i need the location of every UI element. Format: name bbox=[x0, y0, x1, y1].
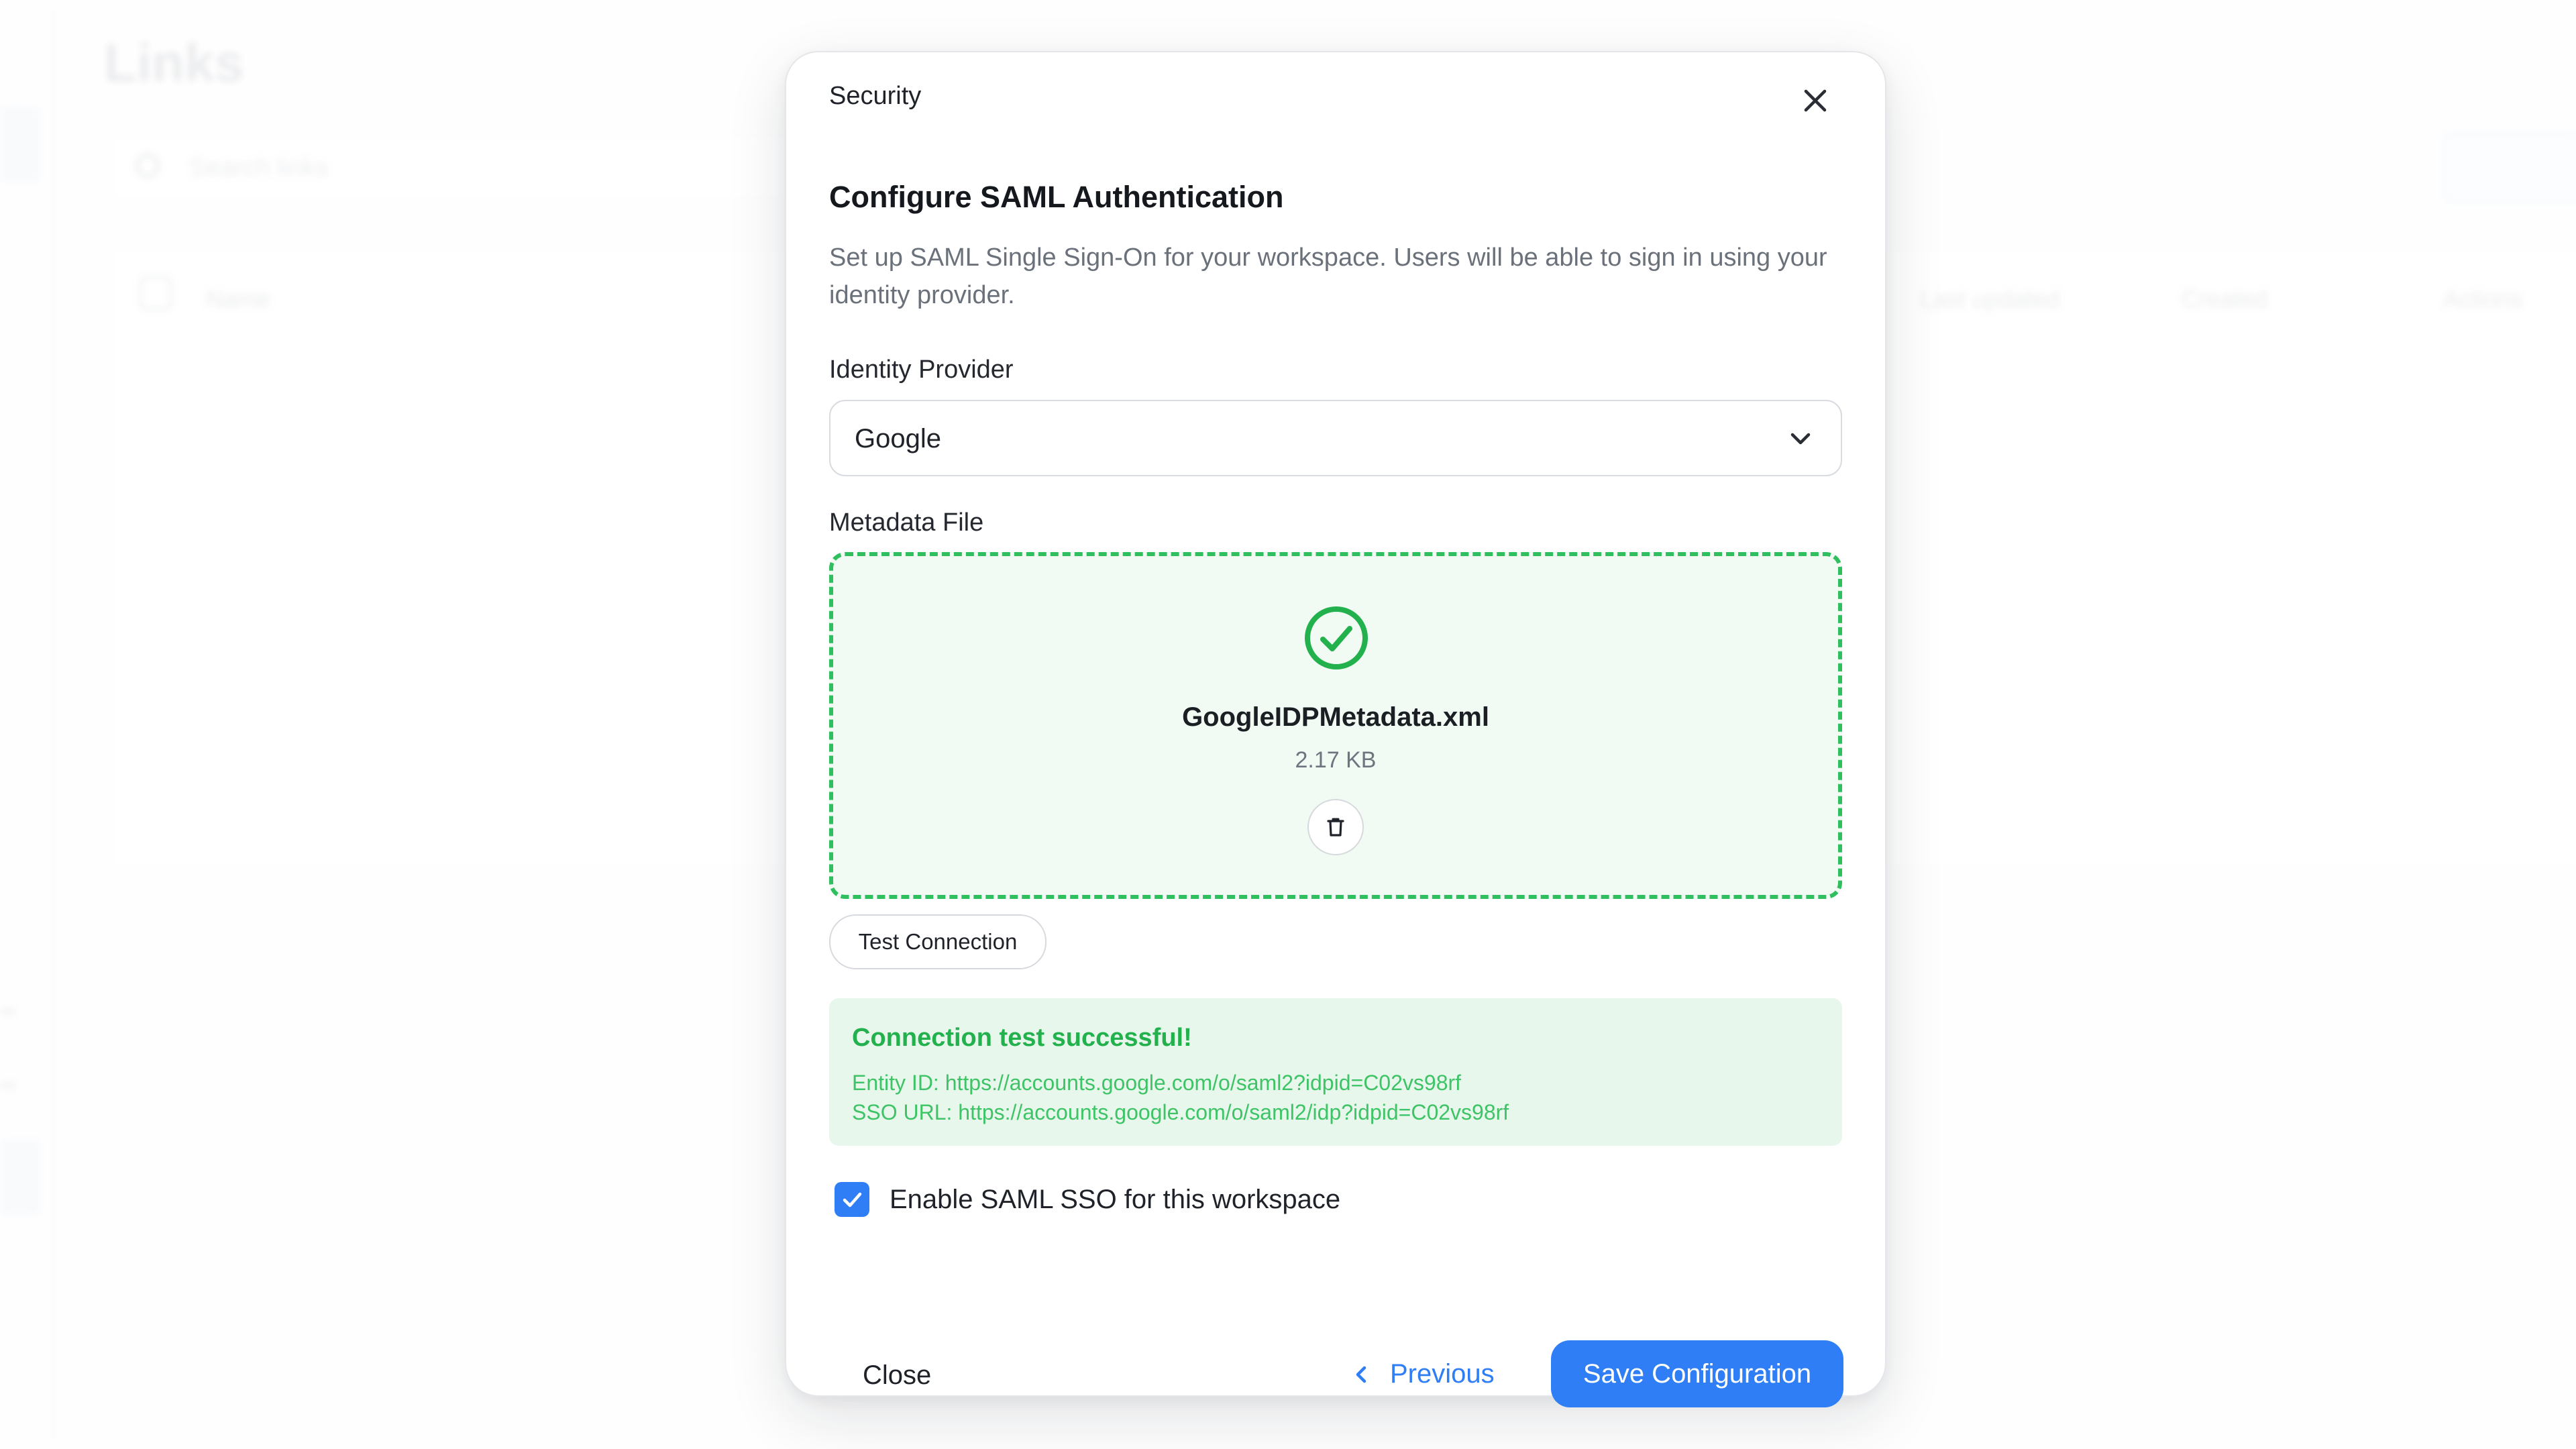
dialog-header-title: Security bbox=[829, 82, 922, 110]
file-size: 2.17 KB bbox=[1295, 747, 1377, 773]
checkmark-icon bbox=[843, 1192, 862, 1208]
chevron-left-icon bbox=[1356, 1366, 1366, 1383]
close-dialog-button[interactable] bbox=[1798, 83, 1833, 118]
identity-provider-label: Identity Provider bbox=[829, 356, 1014, 384]
previous-button[interactable]: Previous bbox=[1351, 1359, 1495, 1389]
chevron-down-icon bbox=[1790, 433, 1811, 445]
trash-icon bbox=[1327, 818, 1344, 837]
section-description: Set up SAML Single Sign-On for your work… bbox=[829, 244, 1827, 309]
previous-label: Previous bbox=[1390, 1359, 1495, 1389]
enable-sso-row[interactable]: Enable SAML SSO for this workspace bbox=[835, 1179, 1340, 1220]
test-connection-button[interactable]: Test Connection bbox=[829, 914, 1046, 969]
save-configuration-button[interactable]: Save Configuration bbox=[1551, 1340, 1843, 1407]
connection-result-panel: Connection test successful! Entity ID: h… bbox=[829, 998, 1842, 1146]
metadata-file-label: Metadata File bbox=[829, 508, 984, 537]
entity-id-text: Entity ID: https://accounts.google.com/o… bbox=[852, 1071, 1462, 1095]
identity-provider-select[interactable]: Google bbox=[829, 400, 1842, 476]
sso-url-text: SSO URL: https://accounts.google.com/o/s… bbox=[852, 1100, 1509, 1124]
enable-sso-label: Enable SAML SSO for this workspace bbox=[890, 1184, 1341, 1214]
section-title: Configure SAML Authentication bbox=[829, 180, 1284, 214]
delete-file-button[interactable] bbox=[1307, 799, 1364, 855]
check-circle-icon bbox=[1305, 606, 1368, 669]
close-icon bbox=[1804, 89, 1827, 112]
metadata-dropzone[interactable]: GoogleIDPMetadata.xml 2.17 KB bbox=[829, 552, 1842, 899]
file-name: GoogleIDPMetadata.xml bbox=[1182, 702, 1489, 732]
result-title: Connection test successful! bbox=[852, 1024, 1192, 1052]
saml-config-dialog: Security Configure SAML Authentication S… bbox=[785, 51, 1886, 1407]
close-button[interactable]: Close bbox=[863, 1360, 931, 1391]
identity-provider-value: Google bbox=[855, 424, 941, 453]
enable-sso-checkbox[interactable] bbox=[835, 1182, 869, 1217]
